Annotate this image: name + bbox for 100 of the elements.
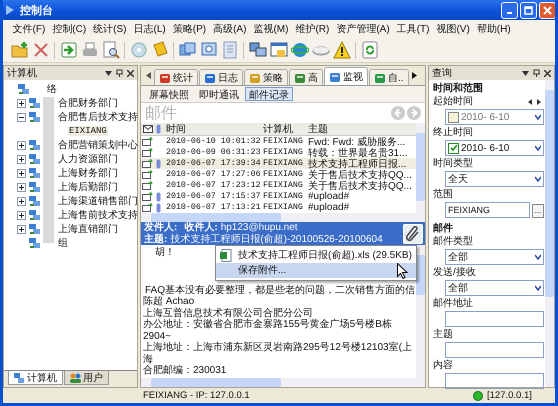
section-title: 邮件 (433, 222, 454, 236)
menu-item[interactable]: 保存附件... (216, 263, 416, 278)
table-cell-text: 关于售后技术支持QQ... (308, 180, 413, 192)
column-header[interactable]: 时间 (163, 122, 263, 136)
field-label: 发送/接收 (433, 267, 476, 279)
tree-item[interactable]: 络 (46, 82, 58, 96)
table-row[interactable]: 2010-06-07 17:27:06 FEIXIANG 关于售后技术支持QQ... (141, 169, 416, 180)
pane-title: 计算机 (7, 66, 37, 80)
table-cell-text: 技术支持工程师日报... (308, 158, 408, 170)
sub-tab[interactable]: 屏幕快照 (145, 87, 193, 101)
table-cell-text: FEIXIANG (263, 181, 304, 190)
tree-item[interactable]: 上海后勤部门 (57, 180, 119, 194)
field-label: 主题 (433, 329, 453, 341)
tree-item[interactable]: 组 (57, 236, 69, 250)
tab[interactable]: 统计 (154, 69, 198, 85)
sub-tab[interactable]: 邮件记录 (245, 87, 293, 101)
table-cell-text: 2010-06-07 17:15:37 (165, 192, 262, 201)
tab[interactable]: 日志 (199, 69, 243, 85)
menu-item[interactable]: 策略(P) (169, 22, 210, 36)
table-cell-text: FEIXIANG (263, 192, 304, 201)
tree-item[interactable]: 上海直销部门 (57, 222, 119, 236)
table-cell-text: 2010-06-07 17:27:06 (165, 170, 262, 179)
table-cell-text: Fwd: Fwd: 威胁服务... (308, 136, 406, 148)
field-label: 内容 (433, 360, 453, 372)
column-header[interactable]: 主题 (308, 122, 416, 136)
menu-item[interactable]: 控制(C) (48, 22, 90, 36)
table-cell-text: FEIXIANG (263, 170, 304, 179)
dropdown[interactable]: 全天 (445, 171, 544, 187)
table-cell-text: 2010-06-10 10:01:32 (165, 137, 262, 146)
menu-item[interactable]: 维护(R) (292, 22, 333, 36)
tree-item[interactable]: 合肥营销策划中心 (57, 138, 139, 152)
tree-item[interactable]: 上海售前技术支持 (57, 208, 139, 222)
tree-item[interactable]: 上海财务部门 (57, 166, 119, 180)
tree-item[interactable]: 合肥财务部门 (57, 96, 119, 110)
message-line: 陈超 Achao (143, 296, 194, 308)
tree-item[interactable]: 人力资源部门 (57, 152, 119, 166)
tab[interactable]: 用户 (64, 371, 109, 385)
table-cell-text: FEIXIANG (263, 203, 304, 212)
status-text: FEIXIANG - IP: 127.0.0.1 (142, 390, 251, 401)
message-line: 办公地址：安徽省合肥市金寨路155号黄金广场5号楼B栋2904~ (143, 319, 393, 342)
status-text: [127.0.0.1] (487, 390, 532, 401)
date-picker[interactable]: 2010- 6-10 (445, 140, 544, 156)
message-line: 胡！ (154, 247, 175, 258)
table-cell-text: 2010-06-09 06:31:23 (165, 148, 262, 157)
field-label: 终止时间 (433, 127, 473, 139)
menu-item[interactable]: 监视(M) (250, 22, 292, 36)
subject-text: 技术支持工程师日报(俞超)-20100526-20100604 (170, 234, 383, 246)
input-field[interactable]: FEIXIANG (445, 202, 530, 218)
section-title: 时间和范围 (433, 82, 484, 96)
field-label: 起始时间 (433, 96, 473, 108)
menu-item[interactable]: 帮助(H) (473, 22, 514, 36)
tab[interactable]: 监视 (324, 67, 368, 85)
table-row[interactable]: 2010-06-10 10:01:32 FEIXIANG Fwd: Fwd: 威胁服务... (141, 136, 416, 147)
menu-item[interactable]: 工具(T) (393, 22, 433, 36)
table-row[interactable]: 2010-06-07 17:23:12 FEIXIANG 关于售后技术支持QQ... (141, 180, 416, 191)
browse-button[interactable]: ... (532, 204, 544, 218)
menu-item[interactable]: 统计(S) (90, 22, 130, 36)
field-label: 主题: (144, 234, 168, 246)
tree-item[interactable]: 合肥售后技术支持 (57, 110, 139, 124)
table-cell-text: 2010-06-07 17:23:12 (165, 181, 262, 190)
tab[interactable]: 高 (289, 69, 323, 85)
menu-item[interactable]: 日志(L) (130, 22, 170, 36)
section-heading: 邮件 (145, 104, 177, 124)
menu-item[interactable]: 视图(V) (432, 22, 474, 36)
dropdown[interactable]: 全部 (445, 280, 544, 296)
menu-item[interactable]: 技术支持工程师日报(俞超).xls (29.5KB) (216, 248, 416, 263)
message-line: 上海地址：上海市浦东新区灵岩南路295号12号楼12103室(上海 (143, 342, 413, 364)
tab[interactable]: 自.. (369, 69, 409, 85)
table-cell-text: FEIXIANG (263, 137, 304, 146)
field-label: 范围 (433, 189, 453, 201)
field-label: 邮件类型 (433, 236, 473, 248)
table-cell-text: 2010-06-07 17:39:34 (165, 159, 262, 168)
table-cell-text: 转载：世界最名贵31... (308, 146, 408, 158)
field-label: 收件人: (184, 222, 218, 234)
table-cell-text: #upload# (308, 191, 350, 202)
table-row[interactable]: 2010-06-07 17:39:34 FEIXIANG 技术支持工程师日报... (141, 158, 416, 169)
tab[interactable]: 策略 (244, 69, 288, 85)
dropdown[interactable]: 全部 (445, 249, 544, 265)
table-cell-text: #upload# (308, 202, 350, 213)
menu-item[interactable]: 高级(A) (210, 22, 250, 36)
sub-tab[interactable]: 即时通讯 (195, 87, 243, 101)
table-cell-text: FEIXIANG (263, 159, 304, 168)
table-row[interactable]: 2010-06-07 17:15:37 FEIXIANG #upload# (141, 191, 416, 202)
table-cell-text: 2010-06-07 17:13:21 (165, 203, 262, 212)
field-label: 发件人: (144, 222, 178, 233)
field-label: 时间类型 (433, 158, 473, 170)
menu-item[interactable]: 资产管理(A) (332, 22, 394, 36)
column-header[interactable]: 计算机 (263, 122, 308, 136)
recipient-text: hp123@hupu.net (220, 222, 298, 232)
table-row[interactable]: 2010-06-09 06:31:23 FEIXIANG 转载：世界最名贵31... (141, 147, 416, 158)
menu-item[interactable]: 文件(F) (9, 22, 49, 36)
tab[interactable]: 计算机 (8, 371, 63, 385)
table-cell-text: FEIXIANG (263, 148, 304, 157)
tree-item[interactable]: 上海渠道销售部门 (57, 194, 139, 208)
tree-item[interactable]: EIXIANG (68, 126, 108, 136)
table-cell-text: 关于售后技术支持QQ... (308, 168, 413, 180)
date-picker[interactable]: 2010- 6-10 (445, 109, 544, 125)
pane-title: 查询 (432, 66, 452, 80)
table-row[interactable]: 2010-06-07 17:13:21 FEIXIANG #upload# (141, 202, 416, 213)
message-line: FAQ基本没有必要整理，都是些老的问题，二次销售方面的信 (144, 284, 416, 296)
